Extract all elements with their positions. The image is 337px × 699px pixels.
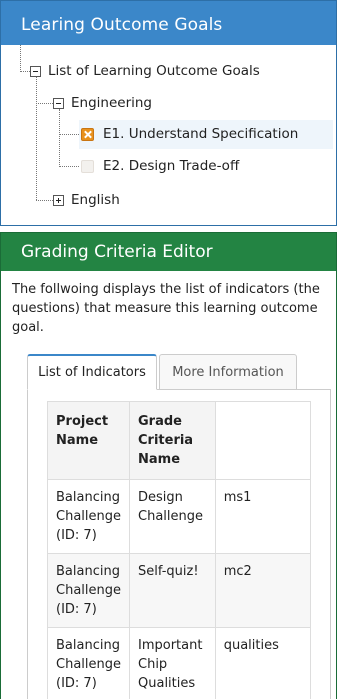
tree-item-label: E2. Design Trade-off <box>103 158 240 174</box>
criteria-tabs: List of Indicators More Information <box>27 354 297 390</box>
column-header-project-name[interactable]: Project Name <box>47 401 130 480</box>
table-row[interactable]: Balancing Challenge (ID: 7) Design Chall… <box>47 479 312 554</box>
tree-item-label: E1. Understand Specification <box>103 126 299 142</box>
checkbox-checked-icon[interactable] <box>81 127 94 141</box>
learning-outcome-panel-title: Learing Outcome Goals <box>1 1 336 45</box>
cell-code: qualities <box>214 627 312 699</box>
tab-more-information[interactable]: More Information <box>159 354 297 390</box>
criteria-description: The follwoing displays the list of indic… <box>12 282 320 335</box>
table-header-row: Project Name Grade Criteria Name <box>47 401 312 480</box>
table-row[interactable]: Balancing Challenge (ID: 7) Important Ch… <box>47 627 312 699</box>
expand-icon[interactable] <box>53 194 64 206</box>
tree-group-engineering[interactable]: Engineering <box>53 95 152 111</box>
cell-code: mc2 <box>214 553 312 628</box>
grading-criteria-panel-title: Grading Criteria Editor <box>1 233 336 271</box>
table-row[interactable]: Balancing Challenge (ID: 7) Self-quiz! m… <box>47 553 312 628</box>
checkbox-unchecked-icon[interactable] <box>81 159 94 173</box>
cell-criteria-name: Design Challenge <box>129 479 216 554</box>
tree-item-e1[interactable]: E1. Understand Specification <box>81 126 298 142</box>
cell-project-name: Balancing Challenge (ID: 7) <box>47 479 130 554</box>
tree-group-english[interactable]: English <box>53 192 120 208</box>
tree-group-label: Engineering <box>71 95 152 111</box>
collapse-icon[interactable] <box>53 97 64 109</box>
tree-group-label: English <box>71 192 120 208</box>
tree-root-label: List of Learning Outcome Goals <box>48 63 260 79</box>
tab-list-of-indicators[interactable]: List of Indicators <box>27 354 157 390</box>
cell-project-name: Balancing Challenge (ID: 7) <box>47 627 130 699</box>
outcome-tree: List of Learning Outcome Goals Engineeri… <box>1 45 336 226</box>
column-header-code <box>214 401 312 480</box>
cell-code: ms1 <box>214 479 312 554</box>
grading-criteria-panel: Grading Criteria Editor The follwoing di… <box>0 232 337 699</box>
tree-root[interactable]: List of Learning Outcome Goals <box>30 63 260 79</box>
column-header-grade-criteria-name[interactable]: Grade Criteria Name <box>129 401 216 480</box>
cell-criteria-name: Important Chip Qualities <box>129 627 216 699</box>
cell-criteria-name: Self-quiz! <box>129 553 216 628</box>
collapse-icon[interactable] <box>30 65 41 77</box>
learning-outcome-panel: Learing Outcome Goals List of Learning O… <box>0 0 337 226</box>
cell-project-name: Balancing Challenge (ID: 7) <box>47 553 130 628</box>
indicators-table: Project Name Grade Criteria Name Balanci… <box>47 401 312 699</box>
tree-item-e2[interactable]: E2. Design Trade-off <box>81 158 239 174</box>
